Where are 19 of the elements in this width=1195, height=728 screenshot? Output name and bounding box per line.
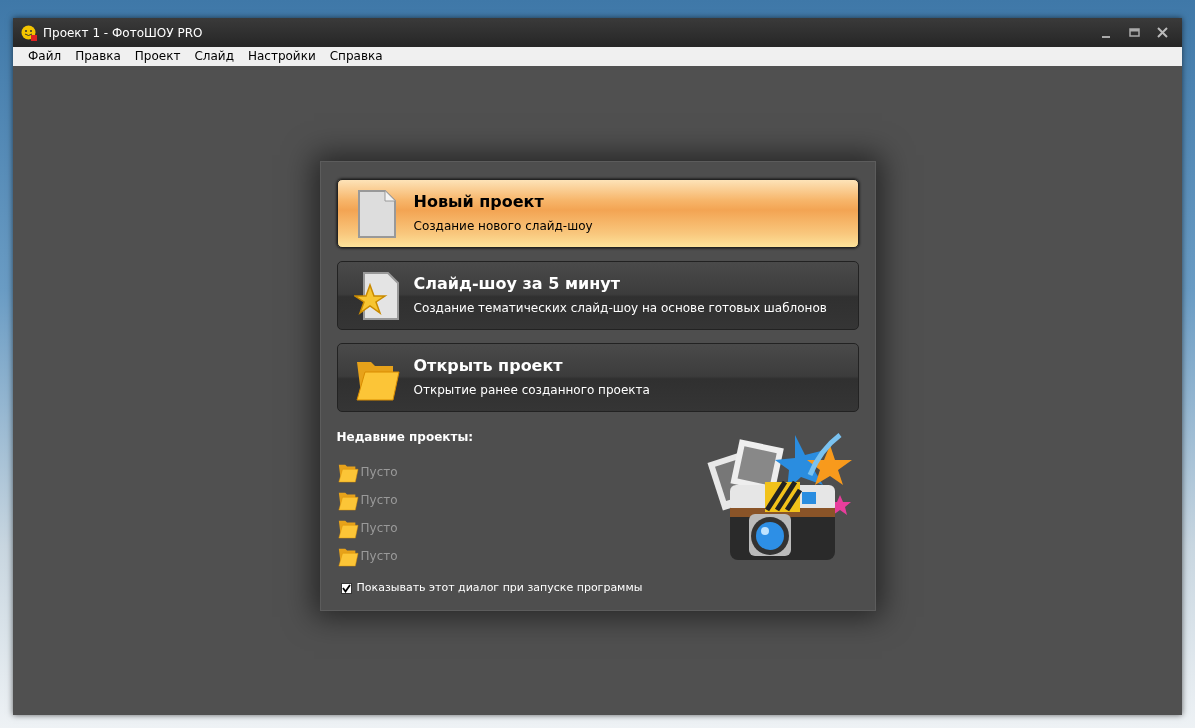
app-icon: [21, 24, 37, 41]
blank-page-icon: [356, 188, 397, 239]
menu-item[interactable]: Проект: [127, 48, 188, 65]
maximize-icon: [1128, 27, 1140, 38]
menu-item[interactable]: Слайд: [187, 48, 241, 65]
recent-projects-heading: Недавние проекты:: [336, 429, 475, 446]
menu-item[interactable]: Справка: [322, 48, 390, 65]
minimize-icon: [1102, 35, 1110, 38]
close-icon: [1156, 27, 1168, 38]
window-title: Проект 1 - ФотоШОУ PRO: [43, 24, 203, 42]
page-star-icon: [353, 270, 400, 321]
menu-item[interactable]: Настройки: [240, 48, 323, 65]
action-button[interactable]: Слайд-шоу за 5 минут Создание тематических слайд-шоу на основе готовых шаблонов: [336, 261, 859, 330]
checkbox[interactable]: [340, 582, 352, 594]
menu-item[interactable]: Файл: [21, 48, 69, 65]
menu-item[interactable]: Правка: [68, 48, 128, 65]
action-button[interactable]: Открыть проект Открытие ранее созданного проекта: [336, 343, 859, 412]
action-button[interactable]: Новый проект Создание нового слайд-шоу: [336, 179, 859, 248]
checkbox-label: Показывать этот диалог при запуске программы: [356, 580, 643, 596]
